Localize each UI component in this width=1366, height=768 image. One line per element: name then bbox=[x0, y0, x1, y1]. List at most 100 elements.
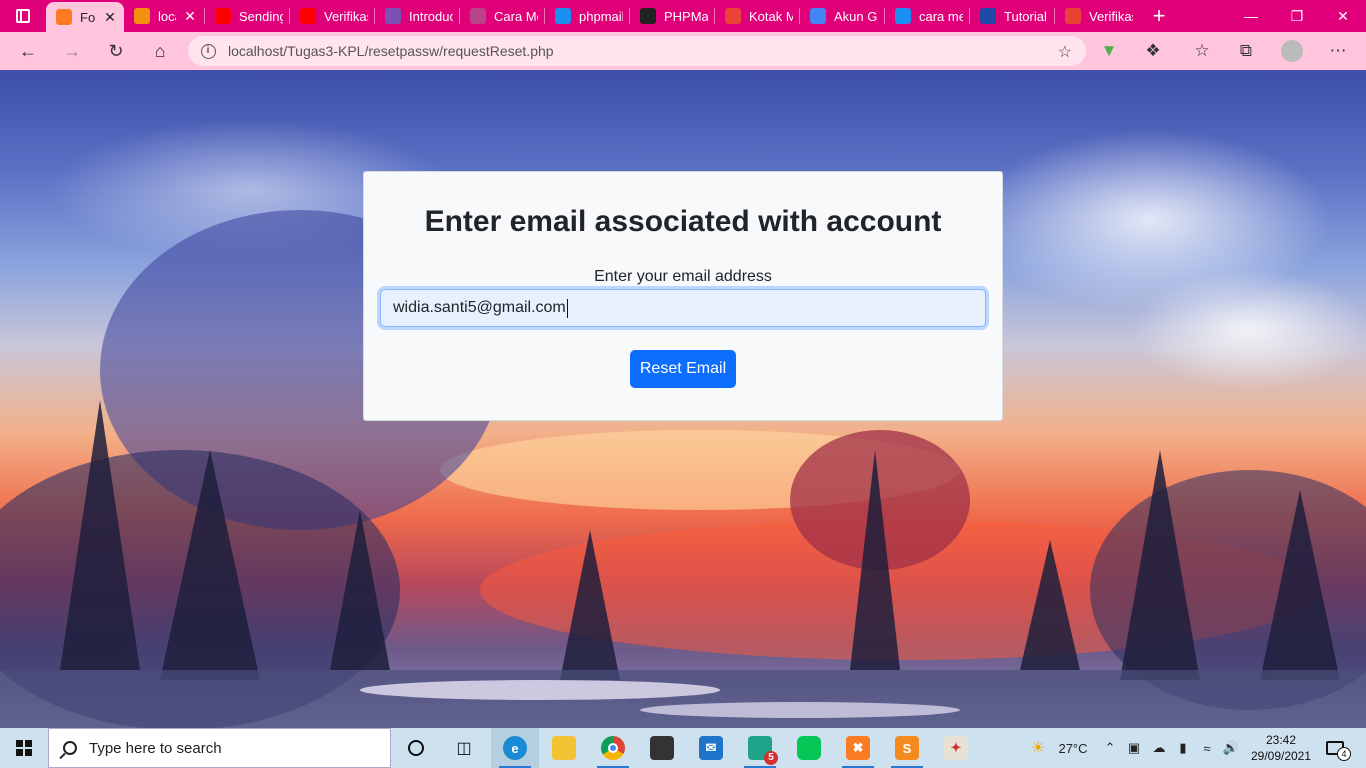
tab-actions-button[interactable] bbox=[0, 0, 46, 32]
home-button[interactable]: ⌂ bbox=[138, 32, 182, 70]
close-tab-icon[interactable]: ✕ bbox=[182, 8, 198, 25]
tab[interactable]: loca ✕ bbox=[124, 0, 204, 32]
bing-icon bbox=[555, 8, 571, 24]
forward-button[interactable]: → bbox=[50, 32, 94, 70]
tab[interactable]: phpmaile bbox=[545, 0, 629, 32]
taskbar-mail[interactable]: ✉ bbox=[687, 728, 735, 768]
tab-label: Akun Go bbox=[834, 8, 878, 24]
refresh-icon: ↻ bbox=[108, 40, 124, 61]
extension-download-button[interactable]: ▼ bbox=[1087, 32, 1131, 70]
favorites-icon: ☆ bbox=[1194, 41, 1210, 60]
reset-email-button[interactable]: Reset Email bbox=[630, 350, 736, 388]
tab[interactable]: Tutorial bbox=[970, 0, 1054, 32]
minimize-button[interactable]: — bbox=[1228, 0, 1274, 32]
github-icon bbox=[640, 8, 656, 24]
tab[interactable]: cara mer bbox=[885, 0, 969, 32]
tab[interactable]: Akun Go bbox=[800, 0, 884, 32]
tab-strip: Forg ✕ loca ✕ Sending Verifikasi Introduct Cara… bbox=[0, 0, 1366, 32]
tab[interactable]: Verifikasi bbox=[290, 0, 374, 32]
tab-label: Verifikasi bbox=[1089, 8, 1133, 24]
weather-icon[interactable]: ☀ bbox=[1024, 728, 1052, 768]
loading-icon bbox=[470, 8, 486, 24]
email-field[interactable]: widia.santi5@gmail.com bbox=[380, 289, 986, 327]
gmail-icon bbox=[725, 8, 741, 24]
system-clock[interactable]: 23:42 29/09/2021 bbox=[1250, 732, 1312, 764]
taskbar-edge[interactable]: e bbox=[491, 728, 539, 768]
start-button[interactable] bbox=[0, 728, 48, 768]
address-bar[interactable]: i localhost/Tugas3-KPL/resetpassw/reques… bbox=[188, 36, 1086, 66]
search-placeholder: Type here to search bbox=[89, 739, 222, 757]
bing-icon bbox=[895, 8, 911, 24]
youtube-icon bbox=[300, 8, 316, 24]
task-view-button[interactable]: ◫ bbox=[440, 728, 488, 768]
onedrive-icon[interactable]: ☁ bbox=[1148, 728, 1170, 768]
battery-icon[interactable]: ▮ bbox=[1172, 728, 1194, 768]
tab[interactable]: Forg ✕ bbox=[46, 2, 124, 32]
tab-label: PHPMaile bbox=[664, 8, 708, 24]
favorites-button[interactable]: ☆ bbox=[1180, 32, 1224, 70]
collections-icon: ⧉ bbox=[1239, 41, 1253, 60]
taskbar-search-box[interactable]: Type here to search bbox=[48, 728, 391, 768]
collections-button[interactable]: ⧉ bbox=[1224, 32, 1268, 70]
notification-count: 4 bbox=[1337, 747, 1351, 761]
close-window-button[interactable]: ✕ bbox=[1320, 0, 1366, 32]
whatsapp-badge: 5 bbox=[764, 751, 778, 765]
tab-label: Forg bbox=[80, 9, 96, 25]
whatsapp-icon: 5 bbox=[748, 736, 778, 765]
wifi-icon[interactable]: ≈ bbox=[1196, 728, 1218, 768]
puzzle-icon: ❖ bbox=[1145, 41, 1161, 60]
action-center-button[interactable]: 4 bbox=[1318, 736, 1352, 761]
weather-temp[interactable]: 27°C bbox=[1054, 728, 1092, 768]
tab[interactable]: Cara Mer bbox=[460, 0, 544, 32]
tab[interactable]: Sending bbox=[205, 0, 289, 32]
meet-now-icon[interactable]: ▣ bbox=[1124, 728, 1144, 768]
tab-label: phpmaile bbox=[579, 8, 623, 24]
restore-button[interactable]: ❐ bbox=[1274, 0, 1320, 32]
tab[interactable]: Introduct bbox=[375, 0, 459, 32]
xampp-icon: ✖ bbox=[846, 736, 870, 760]
tab-label: cara mer bbox=[919, 8, 963, 24]
taskbar-sublime[interactable]: S bbox=[883, 728, 931, 768]
taskbar-line[interactable] bbox=[785, 728, 833, 768]
text-cursor bbox=[566, 298, 568, 318]
mail-icon: ✉ bbox=[699, 736, 723, 760]
chrome-icon bbox=[601, 736, 625, 760]
tab[interactable]: Verifikasi bbox=[1055, 0, 1139, 32]
taskbar-paint[interactable]: ✦ bbox=[932, 728, 980, 768]
refresh-button[interactable]: ↻ bbox=[94, 32, 138, 70]
edge-icon: e bbox=[503, 736, 527, 760]
tab[interactable]: PHPMaile bbox=[630, 0, 714, 32]
taskbar-whatsapp[interactable]: 5 bbox=[736, 728, 784, 768]
tab-list: Forg ✕ loca ✕ Sending Verifikasi Introduct Cara… bbox=[46, 0, 1139, 32]
youtube-icon bbox=[215, 8, 231, 24]
new-tab-button[interactable]: + bbox=[1139, 0, 1179, 32]
page-content: Enter email associated with account Ente… bbox=[0, 70, 1366, 728]
show-hidden-icons-chevron-icon[interactable]: ⌃ bbox=[1100, 728, 1120, 768]
cortana-button[interactable] bbox=[392, 728, 440, 768]
add-favorite-icon[interactable]: ☆ bbox=[1058, 42, 1072, 62]
taskbar-chrome[interactable] bbox=[589, 728, 637, 768]
plus-icon: + bbox=[1152, 3, 1166, 28]
back-arrow-icon: ← bbox=[19, 40, 37, 61]
cortana-icon bbox=[408, 740, 424, 756]
reset-request-card: Enter email associated with account Ente… bbox=[363, 171, 1003, 421]
dj-icon bbox=[980, 8, 996, 24]
tab-label: loca bbox=[158, 8, 176, 24]
volume-icon[interactable]: 🔊 bbox=[1220, 728, 1242, 768]
taskbar-xampp[interactable]: ✖ bbox=[834, 728, 882, 768]
close-tab-icon[interactable]: ✕ bbox=[102, 9, 118, 26]
clock-date: 29/09/2021 bbox=[1250, 749, 1312, 763]
taskbar-store[interactable] bbox=[638, 728, 686, 768]
extensions-button[interactable]: ❖ bbox=[1131, 32, 1175, 70]
taskbar-file-explorer[interactable] bbox=[540, 728, 588, 768]
tab-label: Sending bbox=[239, 8, 283, 24]
profile-button[interactable] bbox=[1270, 32, 1314, 70]
tab[interactable]: Kotak Ma bbox=[715, 0, 799, 32]
back-button[interactable]: ← bbox=[6, 32, 50, 70]
site-info-icon[interactable]: i bbox=[188, 43, 228, 59]
store-icon bbox=[650, 736, 674, 760]
page-title: Enter email associated with account bbox=[424, 205, 942, 238]
gmail-icon bbox=[1065, 8, 1081, 24]
settings-more-button[interactable]: ⋯ bbox=[1316, 32, 1360, 70]
home-icon: ⌂ bbox=[154, 40, 166, 61]
